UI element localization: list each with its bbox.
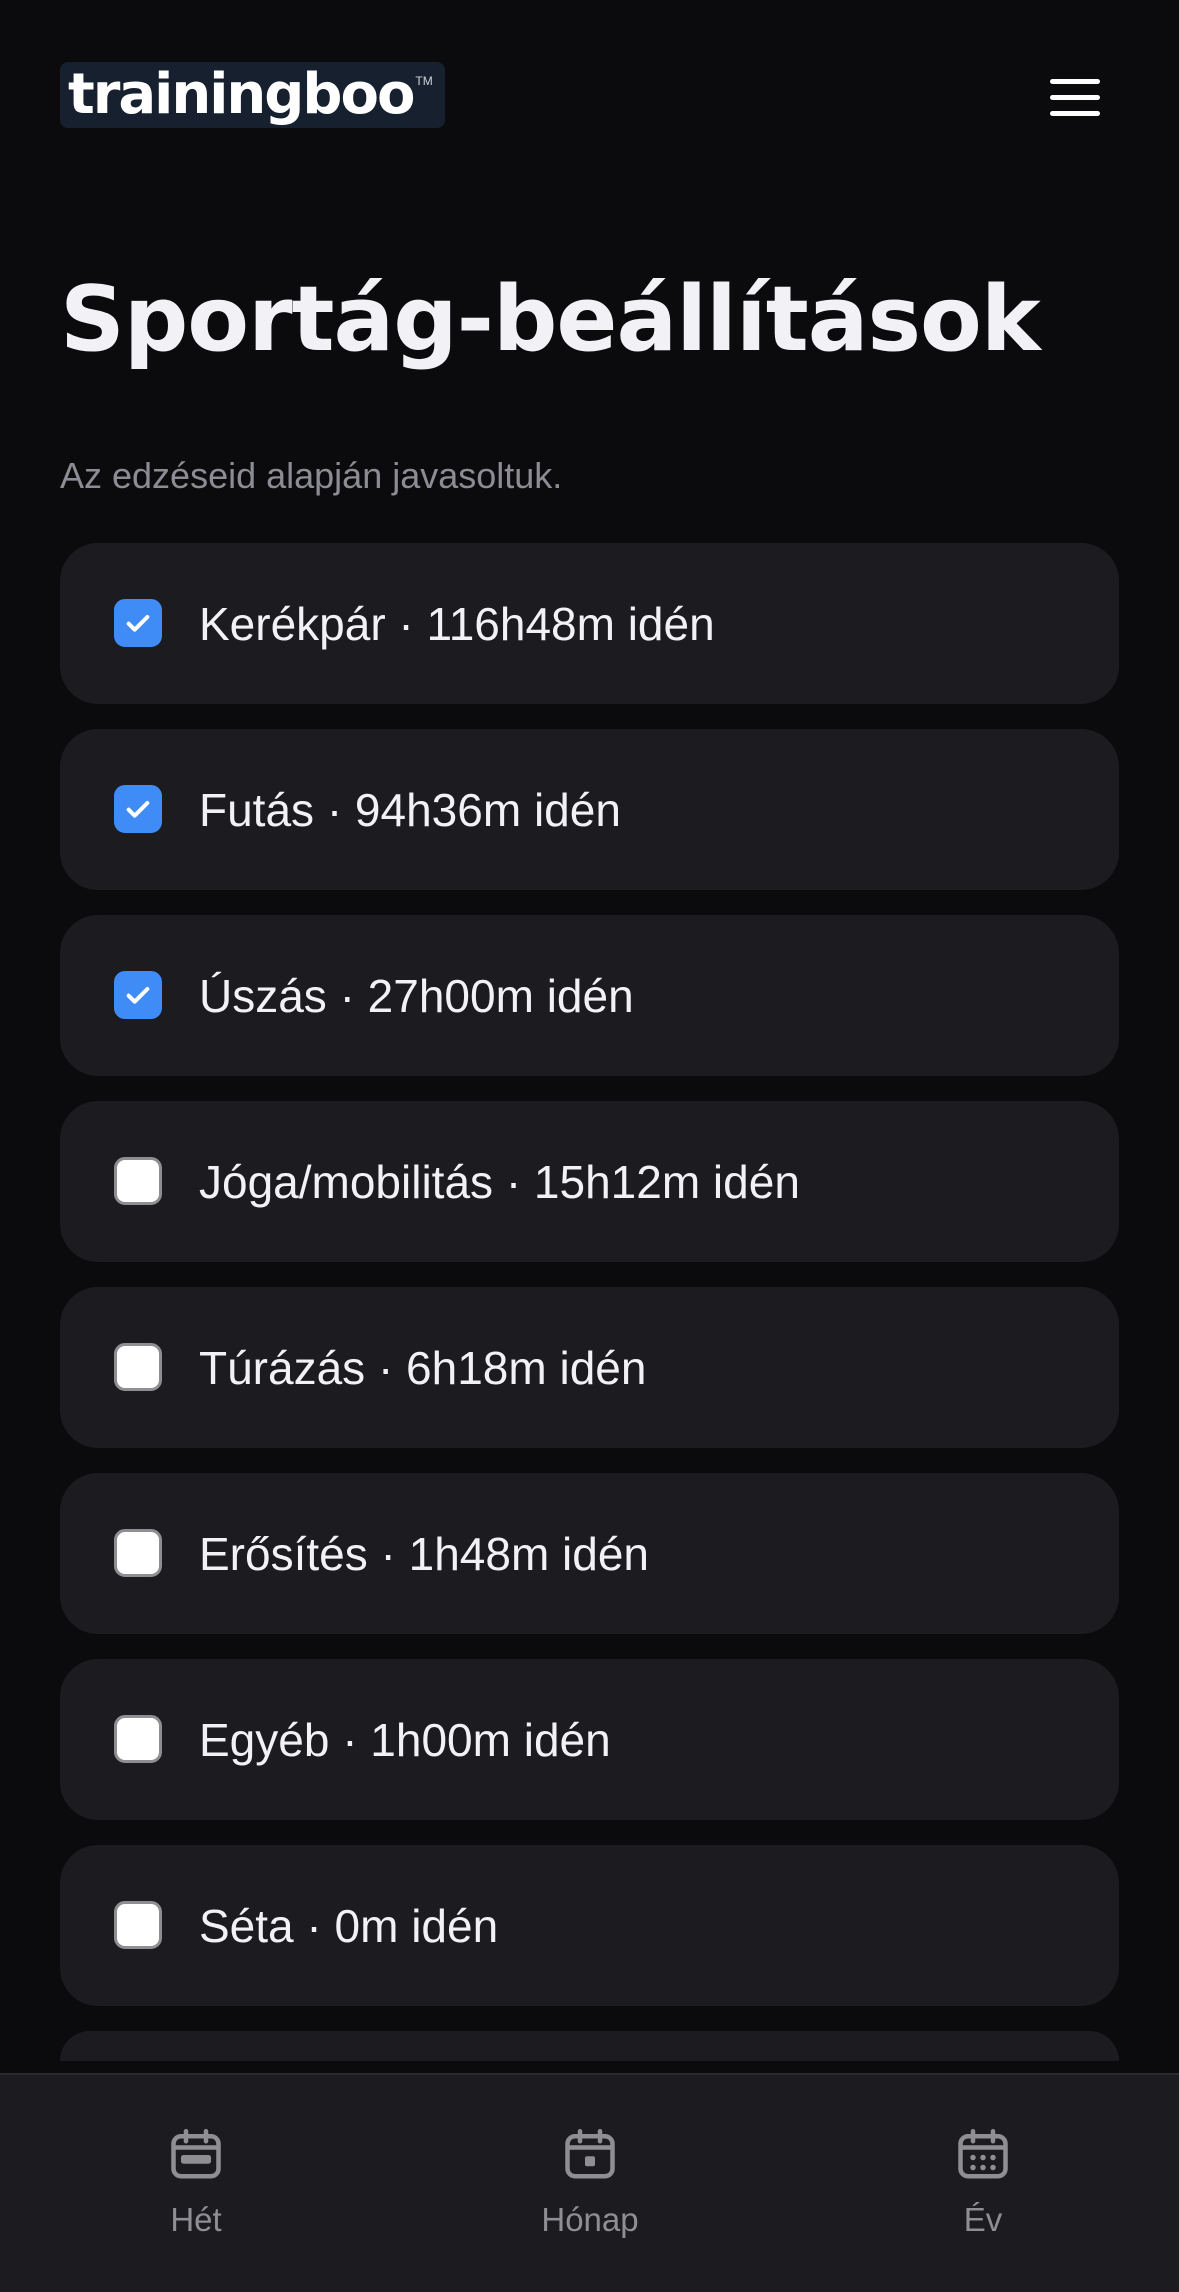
nav-tab-het[interactable]: Hét <box>86 2125 306 2239</box>
sport-row-seta[interactable]: Séta · 0m idén <box>60 1845 1119 2006</box>
menu-line <box>1050 94 1100 100</box>
checkbox[interactable] <box>114 1157 162 1205</box>
checkmark-icon <box>126 801 150 818</box>
sport-label: Erősítés · 1h48m idén <box>199 1528 650 1580</box>
sport-row-uszas[interactable]: Úszás · 27h00m idén <box>60 915 1119 1076</box>
checkbox[interactable] <box>114 785 162 833</box>
page-title: Sportág-beállítások <box>60 267 1041 372</box>
checkmark-icon <box>126 987 150 1004</box>
menu-line <box>1050 78 1100 84</box>
top-bar: trainingboo TM <box>0 0 1179 190</box>
calendar-week-icon <box>171 2129 221 2179</box>
sport-row-erosites[interactable]: Erősítés · 1h48m idén <box>60 1473 1119 1634</box>
app-logo[interactable]: trainingboo TM <box>60 62 445 128</box>
checkbox[interactable] <box>114 971 162 1019</box>
sport-row-joga[interactable]: Jóga/mobilitás · 15h12m idén <box>60 1101 1119 1262</box>
checkbox[interactable] <box>114 1901 162 1949</box>
calendar-grid-icon <box>958 2129 1008 2179</box>
hamburger-menu-icon[interactable] <box>1040 70 1110 124</box>
sport-label: Egyéb · 1h00m idén <box>199 1714 611 1766</box>
sport-list: Kerékpár · 116h48m idén Futás · 94h36m i… <box>60 543 1120 2061</box>
menu-line <box>1050 110 1100 116</box>
sport-label: Úszás · 27h00m idén <box>199 970 634 1022</box>
sport-label: Jóga/mobilitás · 15h12m idén <box>199 1156 800 1208</box>
nav-tab-ev[interactable]: Év <box>873 2125 1093 2239</box>
sport-label: Séta · 0m idén <box>199 1900 499 1952</box>
calendar-day-icon <box>565 2129 615 2179</box>
logo-text: trainingboo <box>68 62 415 127</box>
sport-row-egyeb[interactable]: Egyéb · 1h00m idén <box>60 1659 1119 1820</box>
logo-trademark: TM <box>415 74 433 88</box>
sport-row-partial[interactable] <box>60 2031 1119 2061</box>
checkbox[interactable] <box>114 1715 162 1763</box>
page-subtitle: Az edzéseid alapján javasoltuk. <box>60 455 563 496</box>
checkmark-icon <box>126 615 150 632</box>
checkbox[interactable] <box>114 1343 162 1391</box>
checkbox[interactable] <box>114 1529 162 1577</box>
sport-label: Kerékpár · 116h48m idén <box>199 598 715 650</box>
sport-row-kerekpar[interactable]: Kerékpár · 116h48m idén <box>60 543 1119 704</box>
checkbox[interactable] <box>114 599 162 647</box>
app-screen: trainingboo TM Sportág-beállítások Az ed… <box>0 0 1179 2292</box>
sport-label: Futás · 94h36m idén <box>199 784 621 836</box>
nav-tab-honap[interactable]: Hónap <box>480 2125 700 2239</box>
nav-label: Év <box>963 2201 1003 2238</box>
sport-row-turazas[interactable]: Túrázás · 6h18m idén <box>60 1287 1119 1448</box>
nav-label: Hét <box>170 2201 222 2238</box>
nav-label: Hónap <box>541 2201 639 2238</box>
sport-row-futas[interactable]: Futás · 94h36m idén <box>60 729 1119 890</box>
bottom-nav: Hét Hónap Év <box>0 2073 1179 2292</box>
sport-label: Túrázás · 6h18m idén <box>199 1342 647 1394</box>
